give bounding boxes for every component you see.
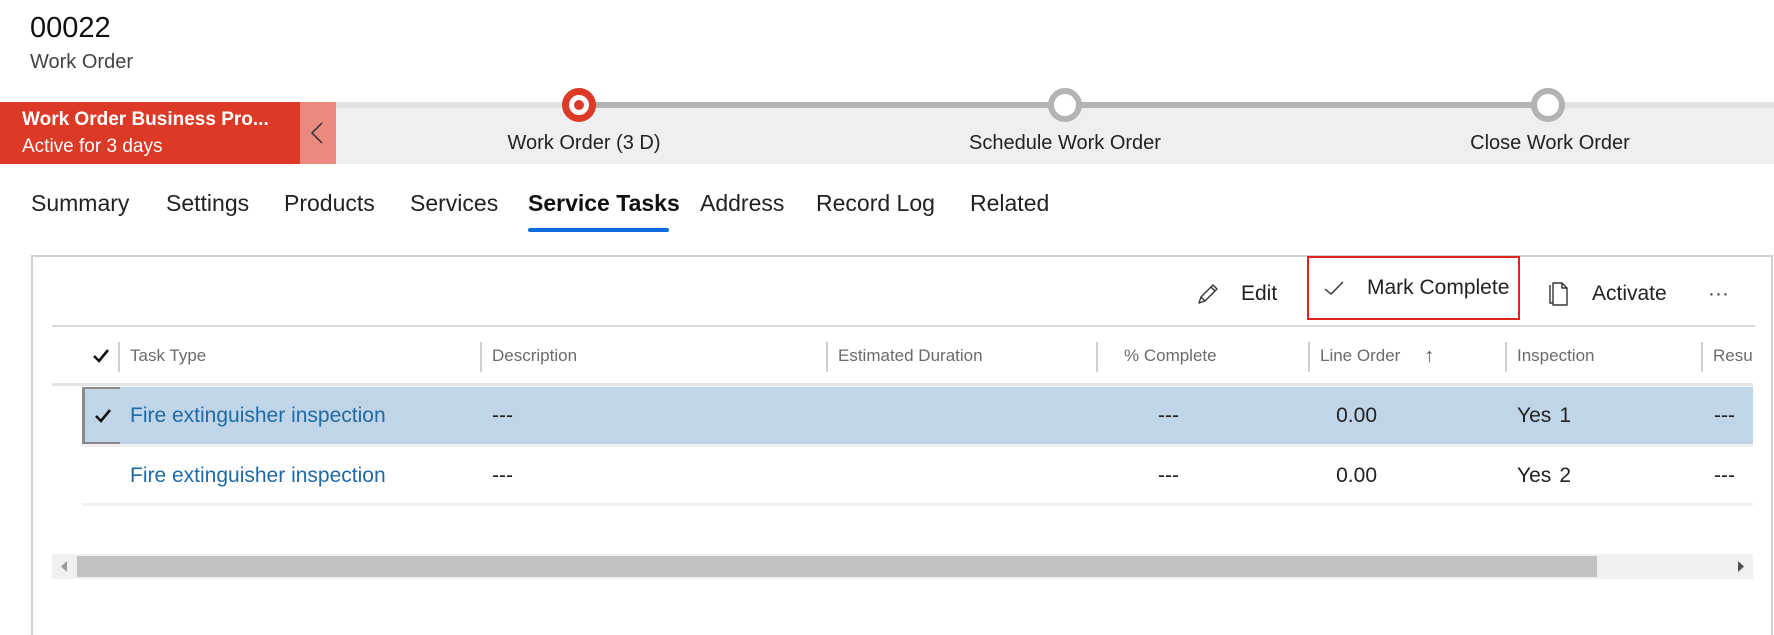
scroll-right-arrow-icon[interactable] [1731,554,1751,579]
record-id: 00022 [30,12,111,44]
select-all-checkbox[interactable] [92,340,110,372]
checkmark-icon [93,349,110,363]
inspection-cell: Yes [1517,463,1552,487]
column-divider[interactable] [1701,342,1703,372]
inactive-stage-icon[interactable] [1048,88,1082,122]
mark-complete-button[interactable]: Mark Complete [1307,256,1520,320]
column-header-result[interactable]: Resul [1713,340,1753,372]
bpf-line-tail [1547,102,1774,108]
column-divider[interactable] [480,342,482,372]
pencil-icon [1198,284,1218,304]
inactive-stage-icon[interactable] [1531,88,1565,122]
column-header-inspection[interactable]: Inspection [1517,340,1595,372]
column-divider[interactable] [826,342,828,372]
tab-products[interactable]: Products [284,190,375,217]
bpf-line-completed [336,102,579,108]
column-divider[interactable] [1308,342,1310,372]
more-commands-button[interactable]: ··· [1708,270,1729,318]
column-divider[interactable] [1096,342,1098,372]
tab-address[interactable]: Address [700,190,784,217]
description-cell: --- [492,403,513,427]
column-header-line-order-label: Line Order [1320,346,1401,365]
tab-service-tasks[interactable]: Service Tasks [528,190,680,217]
edit-button[interactable]: Edit [1195,270,1277,318]
column-divider[interactable] [118,342,120,372]
column-header-line-order[interactable]: Line Order ↑ [1320,340,1434,372]
table-row[interactable]: Fire extinguisher inspection --- --- 0.0… [82,387,1753,444]
sort-ascending-icon: ↑ [1424,344,1435,367]
activate-button[interactable]: Activate [1548,270,1667,318]
table-row[interactable]: Fire extinguisher inspection --- --- 0.0… [82,447,1753,504]
column-header-task-type[interactable]: Task Type [130,340,206,372]
tab-services[interactable]: Services [410,190,498,217]
tab-related[interactable]: Related [970,190,1049,217]
tab-summary[interactable]: Summary [31,190,129,217]
more-icon: ··· [1708,282,1729,305]
header-divider [52,383,1753,386]
tab-settings[interactable]: Settings [166,190,249,217]
active-stage-icon[interactable] [562,88,596,122]
bpf-stage-label[interactable]: Work Order (3 D) [508,132,661,155]
bpf-collapse-button[interactable] [300,102,336,164]
horizontal-scrollbar[interactable] [52,554,1753,579]
result-cell: --- [1714,403,1735,427]
result-cell: --- [1714,463,1735,487]
column-header-estimated-duration[interactable]: Estimated Duration [838,340,983,372]
activate-document-icon [1549,282,1568,306]
toolbar-divider [52,325,1755,327]
bpf-stage-label[interactable]: Close Work Order [1470,132,1630,155]
bpf-process-status: Active for 3 days [22,136,163,157]
column-header-percent-complete[interactable]: % Complete [1124,340,1217,372]
mark-complete-label: Mark Complete [1367,276,1510,299]
bpf-stage-label[interactable]: Schedule Work Order [969,132,1161,155]
bpf-process-name: Work Order Business Pro... [22,109,269,130]
record-entity-type: Work Order [30,51,133,73]
row-focus-outline [82,387,120,444]
tab-record-log[interactable]: Record Log [816,190,935,217]
column-divider[interactable] [1505,342,1507,372]
bpf-line-upcoming [579,102,1647,108]
chevron-left-icon [310,122,323,144]
row-divider [82,503,1753,506]
task-type-link[interactable]: Fire extinguisher inspection [130,387,386,444]
inspection-cell: Yes [1517,403,1552,427]
description-cell: --- [492,463,513,487]
active-tab-indicator [528,228,669,232]
scrollbar-thumb[interactable] [77,556,1597,577]
edit-label: Edit [1241,282,1278,305]
checkmark-icon [1324,281,1344,295]
column-header-description[interactable]: Description [492,340,577,372]
task-type-link[interactable]: Fire extinguisher inspection [130,447,386,504]
bpf-process-flag[interactable]: Work Order Business Pro... Active for 3 … [0,102,300,164]
activate-label: Activate [1592,282,1667,305]
scroll-left-arrow-icon[interactable] [54,554,74,579]
